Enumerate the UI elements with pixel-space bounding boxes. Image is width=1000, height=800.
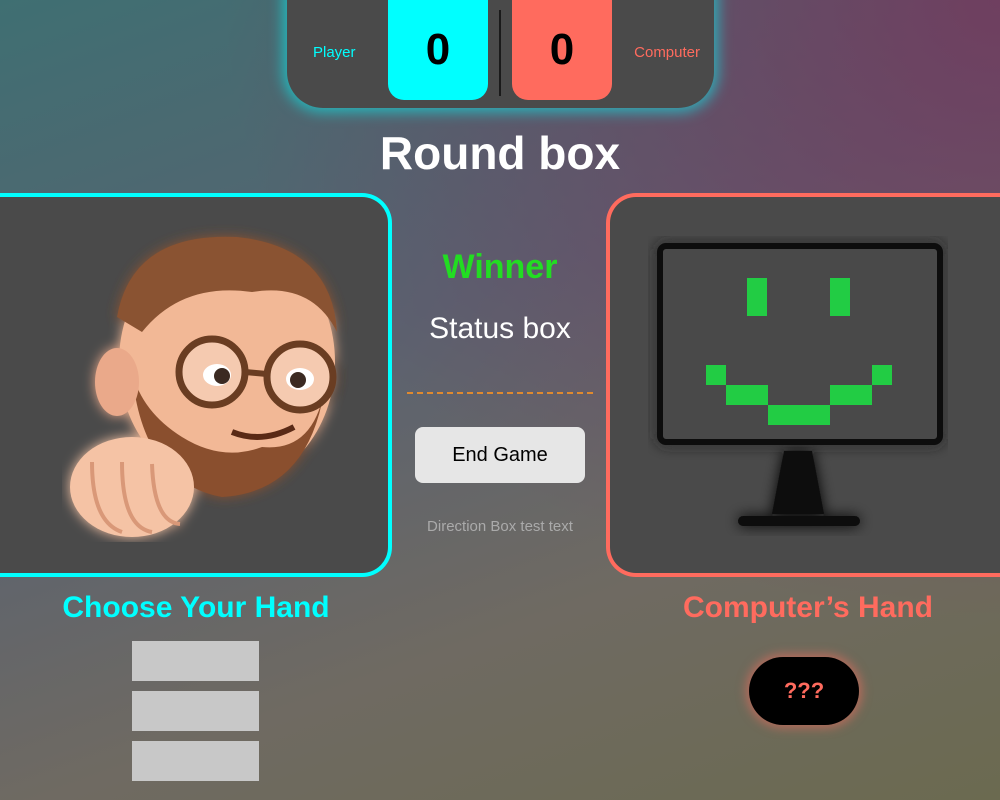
end-game-button[interactable]: End Game bbox=[415, 427, 585, 483]
scoreboard: Player 0 0 Computer bbox=[287, 0, 714, 108]
computer-hand-title: Computer’s Hand bbox=[682, 591, 934, 624]
computer-choice-badge: ??? bbox=[749, 657, 859, 725]
hand-choice-button-3[interactable] bbox=[132, 741, 259, 781]
computer-score-label: Computer bbox=[634, 44, 700, 61]
dashed-divider bbox=[407, 392, 593, 394]
hand-choice-button-1[interactable] bbox=[132, 641, 259, 681]
player-score: 0 bbox=[388, 0, 488, 100]
score-divider bbox=[499, 10, 501, 96]
winner-text: Winner bbox=[442, 248, 558, 286]
hand-choice-button-2[interactable] bbox=[132, 691, 259, 731]
status-box: Status box bbox=[429, 312, 571, 345]
smiley-monitor-icon bbox=[657, 243, 943, 526]
direction-box: Direction Box test text bbox=[427, 518, 573, 535]
memoji-avatar-icon bbox=[70, 236, 337, 537]
player-score-label: Player bbox=[313, 44, 356, 61]
round-box: Round box bbox=[379, 127, 621, 179]
computer-score: 0 bbox=[512, 0, 612, 100]
choose-hand-title: Choose Your Hand bbox=[62, 591, 330, 624]
